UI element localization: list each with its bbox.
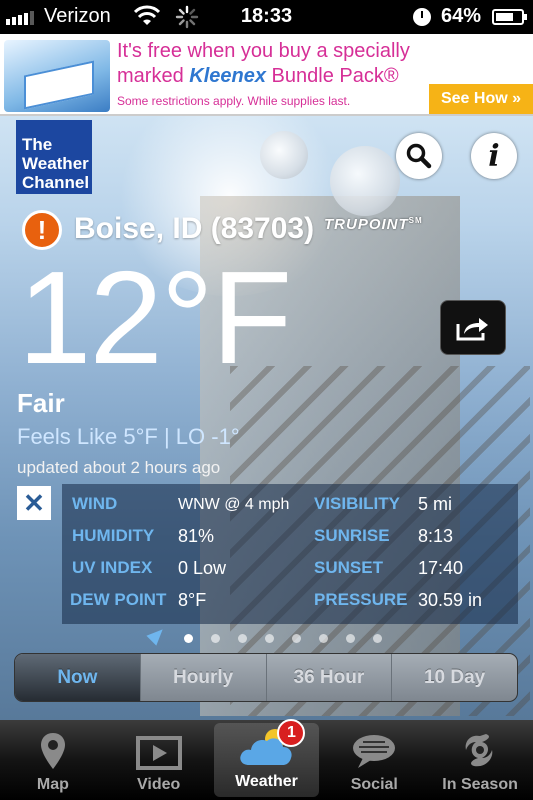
social-icon	[353, 735, 396, 768]
detail-label: VISIBILITY	[314, 494, 400, 513]
hurricane-icon	[465, 734, 493, 767]
battery-fill	[496, 13, 513, 21]
map-pin-icon	[40, 733, 65, 769]
page-dot[interactable]	[319, 634, 328, 643]
alarm-clock-icon	[413, 8, 431, 26]
detail-label: WIND	[72, 494, 118, 513]
ad-product-image	[4, 40, 110, 112]
ad-disclaimer: Some restrictions apply. While supplies …	[117, 94, 351, 108]
detail-value: 81%	[178, 526, 215, 546]
logo-line: Channel	[22, 173, 90, 192]
details-row: DEW POINT 8°F PRESSURE 30.59 in	[62, 590, 518, 620]
detail-value: 5 mi	[418, 494, 453, 514]
background-photo-dish	[330, 146, 400, 216]
details-row: HUMIDITY 81% SUNRISE 8:13	[62, 526, 518, 556]
share-icon	[456, 317, 488, 340]
tab-bar: Map Video Weather 1 Social In Season	[0, 719, 533, 800]
location-name: Boise, ID (83703)	[74, 212, 315, 245]
tab-social[interactable]: Social	[321, 720, 427, 800]
detail-label: SUNSET	[314, 558, 383, 577]
video-icon	[135, 736, 182, 770]
page-dot[interactable]	[238, 634, 247, 643]
detail-value: WNW @ 4 mph	[178, 496, 290, 513]
details-row: WIND WNW @ 4 mph VISIBILITY 5 mi	[62, 494, 518, 524]
tab-label: Social	[350, 776, 398, 793]
current-temperature: 12°F	[18, 244, 292, 391]
notification-badge: 1	[277, 719, 306, 747]
battery-percent: 64%	[441, 5, 482, 27]
tab-weather[interactable]: Weather 1	[213, 719, 320, 797]
info-icon: i	[488, 138, 500, 174]
detail-label: DEW POINT	[70, 590, 167, 609]
battery-icon	[492, 9, 527, 25]
tab-label: Weather	[235, 773, 298, 790]
page-dot[interactable]	[346, 634, 355, 643]
ad-subheadline: marked Kleenex Bundle Pack®	[117, 65, 399, 88]
detail-value: 8:13	[418, 526, 454, 546]
current-conditions-panel: The Weather Channel i ! Boise, ID (83703…	[0, 116, 533, 720]
details-panel: WIND WNW @ 4 mph VISIBILITY 5 mi HUMIDIT…	[62, 484, 518, 624]
tab-label: In Season	[442, 776, 518, 793]
page-dot[interactable]	[373, 634, 382, 643]
feels-like-text: Feels Like 5°F | LO -1°	[17, 424, 240, 449]
page-dot[interactable]	[265, 634, 274, 643]
updated-time-text: updated about 2 hours ago	[17, 458, 221, 477]
ad-headline: It's free when you buy a specially	[117, 40, 410, 62]
segment-now[interactable]: Now	[15, 654, 140, 701]
info-button[interactable]: i	[471, 133, 517, 179]
forecast-segmented-control[interactable]: Now Hourly 36 Hour 10 Day	[14, 653, 518, 702]
page-dot[interactable]	[292, 634, 301, 643]
ad-banner[interactable]: It's free when you buy a specially marke…	[0, 34, 533, 116]
ad-see-how-button[interactable]: See How »	[429, 84, 533, 114]
detail-label: SUNRISE	[314, 526, 390, 545]
page-dot[interactable]	[211, 634, 220, 643]
detail-label: PRESSURE	[314, 590, 408, 609]
segment-36-hour[interactable]: 36 Hour	[265, 654, 392, 701]
tab-in-season[interactable]: In Season	[427, 720, 533, 800]
logo-line: The	[22, 135, 53, 154]
detail-label: HUMIDITY	[72, 526, 155, 545]
details-row: UV INDEX 0 Low SUNSET 17:40	[62, 558, 518, 588]
tab-label: Map	[36, 776, 69, 793]
search-icon	[406, 143, 432, 169]
detail-value: 30.59 in	[418, 590, 483, 610]
trupoint-text: TRUPOINT	[324, 216, 409, 233]
detail-value: 8°F	[178, 590, 207, 610]
close-details-button[interactable]: ✕	[17, 486, 51, 520]
detail-value: 17:40	[418, 558, 464, 578]
detail-value: 0 Low	[178, 558, 227, 578]
detail-label: UV INDEX	[72, 558, 153, 577]
condition-text: Fair	[17, 388, 65, 418]
segment-hourly[interactable]: Hourly	[139, 654, 266, 701]
background-photo-dish	[260, 131, 308, 179]
tab-video[interactable]: Video	[106, 720, 212, 800]
tab-label: Video	[137, 776, 181, 793]
ad-bundle-text: Bundle Pack®	[271, 65, 399, 87]
trupoint-service-mark: SM	[408, 216, 423, 225]
search-button[interactable]	[396, 133, 442, 179]
share-button[interactable]	[440, 300, 506, 355]
tab-map[interactable]: Map	[0, 720, 106, 800]
segment-10-day[interactable]: 10 Day	[391, 654, 517, 701]
ad-marked-text: marked	[117, 65, 184, 87]
ad-brand-logo: Kleenex	[189, 65, 266, 87]
weather-channel-logo: The Weather Channel	[16, 120, 92, 194]
page-dot[interactable]	[184, 634, 193, 643]
logo-line: Weather	[22, 154, 89, 173]
trupoint-logo: TRUPOINTSM	[324, 216, 423, 233]
status-bar: Verizon 18:33 64%	[0, 0, 533, 34]
page-indicator[interactable]	[0, 630, 533, 646]
